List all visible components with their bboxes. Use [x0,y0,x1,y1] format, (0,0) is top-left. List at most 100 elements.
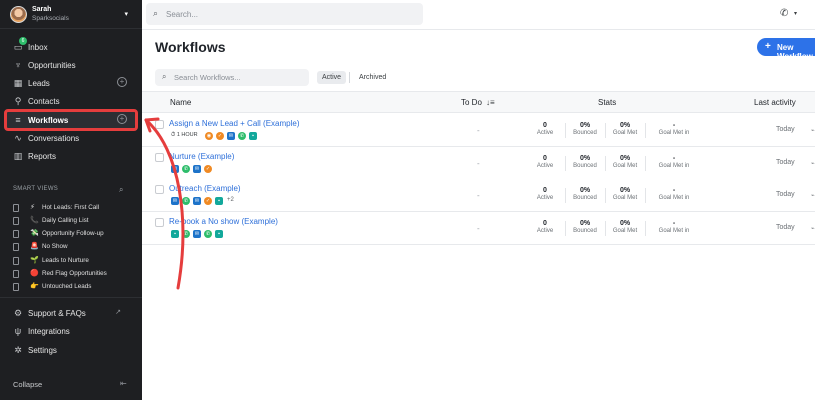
gear-icon: ✲ [14,345,22,355]
more-steps-count: +2 [227,197,234,203]
smart-view-item[interactable]: 💸 Opportunity Follow-up [13,228,133,240]
user-name: Sarah [32,6,52,13]
plus-icon: + [765,41,771,52]
smart-view-item[interactable]: 👉 Untouched Leads [13,281,133,293]
smart-view-item[interactable]: 🔴 Red Flag Opportunities [13,268,133,280]
table-row[interactable]: Re-book a No show (Example) ▪ ✆ ✉ ✆ ▪ -0 Active… [142,212,815,245]
new-workflow-button[interactable]: + New Workflow [757,38,815,61]
divider [645,221,646,236]
global-search[interactable]: ⌕ [146,3,423,25]
new-workflow-label: New Workflow [777,43,813,61]
workflow-search[interactable]: ⌕ [155,69,309,86]
stat-label: Goal Met in [658,130,690,136]
todo-value: - [477,224,480,233]
table-row[interactable]: Assign a New Lead + Call (Example) ⏱ 1 HO… [142,114,815,147]
stat-cell: 0% Goal Met [605,187,645,201]
tab-active[interactable]: Active [317,71,347,84]
highlight-annotation [4,109,138,131]
sidebar-item-support[interactable]: ⚙ Support & FAQs ↗ [5,304,135,322]
column-header-last-activity[interactable]: Last activity [754,98,796,107]
stat-value: 0% [619,155,631,162]
phone-icon[interactable]: ✆ [780,8,788,19]
search-icon: ⌕ [162,72,167,81]
more-actions-icon[interactable]: ⌁ [811,192,815,199]
stat-cell: - Goal Met in [654,155,694,169]
sidebar-item-label: Contacts [28,97,60,106]
smart-view-item[interactable]: 🌱 Leads to Nurture [13,255,133,267]
sms-step-icon: ▪ [215,197,223,205]
stat-cell: - Goal Met in [654,122,694,136]
smart-view-label: Red Flag Opportunities [42,270,107,277]
add-lead-icon[interactable]: + [117,77,127,87]
stat-label: Goal Met [612,163,638,169]
stat-cell: 0 Active [525,122,565,136]
sidebar-item-integrations[interactable]: ψ Integrations [5,322,135,340]
sidebar: Sarah Sparksocials ▾ ▭ 6 Inbox ♆ Opportu… [0,0,142,400]
stat-label: Goal Met [612,228,638,234]
sidebar-item-label: Conversations [28,134,80,143]
stat-value: 0% [579,220,591,227]
sidebar-item-leads[interactable]: ▦ Leads + [5,74,135,92]
divider [142,29,815,30]
stat-label: Active [536,195,554,201]
stat-value: 0% [619,122,631,129]
stat-cell: 0% Bounced [565,187,605,201]
smart-view-item[interactable]: 🚨 No Show [13,241,133,253]
collapse-button[interactable]: Collapse [13,380,42,389]
search-icon: ⌕ [153,8,159,18]
stat-cell: - Goal Met in [654,187,694,201]
assign-step-icon: ◉ [205,132,213,140]
stat-value: 0 [543,220,547,227]
last-activity: Today [776,159,795,166]
stat-value: 0% [619,187,631,194]
caret-down-icon[interactable]: ▾ [794,10,797,17]
table-row[interactable]: Outreach (Example) ✉ ✆ ✉ ✓ ▪ +2-0 Active 0% Bounc… [142,179,815,212]
stat-cell: 0% Bounced [565,122,605,136]
smart-view-item[interactable]: 📞 Daily Calling List [13,215,133,227]
smart-view-emoji: 🔴 [30,270,39,277]
stat-label: Goal Met [612,130,638,136]
user-menu[interactable]: Sarah Sparksocials ▾ [8,4,134,26]
column-header-name[interactable]: Name [170,98,191,107]
sidebar-item-opportunities[interactable]: ♆ Opportunities [5,56,135,74]
table-row[interactable]: Nurture (Example) ✉ ✆ ✉ ✓ -0 Active 0% Bounced 0%… [142,147,815,180]
sidebar-item-inbox[interactable]: ▭ 6 Inbox [5,37,135,56]
stat-label: Active [536,163,554,169]
collapse-icon[interactable]: ⇤ [120,379,127,388]
search-input[interactable] [166,7,406,21]
todo-value: - [477,159,480,168]
document-icon [13,204,19,212]
search-icon[interactable]: ⌕ [119,185,123,195]
stat-label: Active [536,228,554,234]
sidebar-item-conversations[interactable]: ∿ Conversations [5,129,135,147]
stat-value: - [672,187,676,194]
stat-label: Bounced [573,130,597,136]
stat-label: Goal Met in [658,228,690,234]
sidebar-item-reports[interactable]: ▥ Reports [5,147,135,165]
last-activity: Today [776,126,795,133]
sidebar-item-contacts[interactable]: ⚲ Contacts [5,92,135,110]
smart-view-emoji: 💸 [30,230,39,237]
workflow-search-input[interactable] [174,72,304,83]
document-icon [13,283,19,291]
divider [349,72,350,83]
smart-views-header: SMART VIEWS [13,186,59,192]
more-actions-icon[interactable]: ⌁ [811,127,815,134]
sidebar-item-label: Opportunities [28,61,76,70]
stat-value: 0 [543,122,547,129]
more-actions-icon[interactable]: ⌁ [811,160,815,167]
smart-view-emoji: 👉 [30,283,39,290]
more-actions-icon[interactable]: ⌁ [811,225,815,232]
sms-step-icon: ▪ [215,230,223,238]
smart-view-label: Opportunity Follow-up [42,230,104,237]
stat-label: Active [536,130,554,136]
last-activity: Today [776,224,795,231]
sort-icon[interactable]: ↓≡ [486,98,495,107]
smart-view-item[interactable]: ⚡ Hot Leads: First Call [13,202,133,214]
task-step-icon: ✓ [204,165,212,173]
external-link-icon: ↗ [115,309,121,316]
tab-archived[interactable]: Archived [354,71,391,84]
column-header-todo[interactable]: To Do [461,98,482,107]
stat-label: Goal Met in [658,195,690,201]
sidebar-item-settings[interactable]: ✲ Settings [5,341,135,359]
